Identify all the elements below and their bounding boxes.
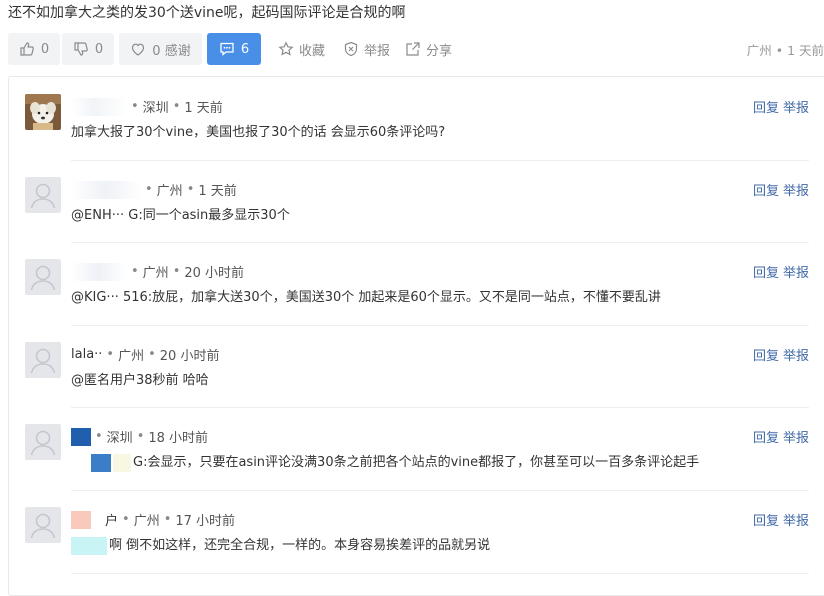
share-label: 分享 xyxy=(426,43,453,59)
comment-author[interactable]: lala·· xyxy=(71,347,102,362)
comment-ops: 回复 举报 xyxy=(749,510,809,529)
action-bar: 0 0 0 感谢 6 收藏 举报 分享 广州 • 1 天前 xyxy=(8,33,824,65)
heart-icon xyxy=(132,43,145,56)
comment-item: • 深圳 • 1 天前 加拿大报了30个vine，美国也报了30个的话 会显示6… xyxy=(25,94,809,161)
comment-body: 啊 倒不如这样，还完全合规，一样的。本身容易挨差评的品就另说 xyxy=(109,538,491,553)
comments-count: 6 xyxy=(240,41,250,57)
report-link[interactable]: 举报 xyxy=(783,101,809,116)
reply-link[interactable]: 回复 xyxy=(753,266,779,281)
comment-time: 1 天前 xyxy=(198,184,237,199)
like-count: 0 xyxy=(40,41,50,57)
reply-link[interactable]: 回复 xyxy=(753,101,779,116)
comment-location: 广州 xyxy=(156,184,183,199)
default-user-icon xyxy=(30,430,56,456)
comment-ops: 回复 举报 xyxy=(749,427,809,446)
comment-time: 18 小时前 xyxy=(148,431,209,446)
reply-link[interactable]: 回复 xyxy=(753,431,779,446)
comment-text: @ENH··· G:同一个asin最多显示30个 xyxy=(71,208,290,223)
comment-item: lala·· • 广州 • 20 小时前 @匿名用户38秒前 哈哈 回复 举报 xyxy=(25,342,809,408)
default-user-icon xyxy=(30,513,56,539)
comment-meta: • 广州 • 20 小时前 xyxy=(71,262,244,281)
comment-location: 深圳 xyxy=(142,101,169,116)
comment-time: 17 小时前 xyxy=(175,514,236,529)
like-button[interactable]: 0 xyxy=(8,33,60,65)
comments-panel: • 深圳 • 1 天前 加拿大报了30个vine，美国也报了30个的话 会显示6… xyxy=(8,76,824,596)
report-label: 举报 xyxy=(364,43,391,59)
comment-meta: • 深圳 • 18 小时前 xyxy=(71,427,208,446)
report-link[interactable]: 举报 xyxy=(783,431,809,446)
thanks-label: 0 感谢 xyxy=(152,43,191,59)
comment-meta: • 深圳 • 1 天前 xyxy=(71,97,223,116)
comment-meta: lala·· • 广州 • 20 小时前 xyxy=(71,347,220,364)
comment-ops: 回复 举报 xyxy=(749,180,809,199)
thumbs-down-icon xyxy=(74,42,88,56)
dislike-count: 0 xyxy=(94,41,104,57)
comment-text: G:会显示，只要在asin评论没满30条之前把各个站点的vine都报了，你甚至可… xyxy=(91,451,699,472)
shield-icon xyxy=(344,41,358,57)
report-link[interactable]: 举报 xyxy=(783,266,809,281)
comment-location: 广州 xyxy=(133,514,160,529)
comment-meta: • 广州 • 1 天前 xyxy=(71,180,237,199)
comment-item: • 广州 • 1 天前 @ENH··· G:同一个asin最多显示30个 回复举… xyxy=(25,177,809,243)
reply-link[interactable]: 回复 xyxy=(753,184,779,199)
star-icon xyxy=(278,41,294,56)
favorite-label: 收藏 xyxy=(299,43,326,59)
comment-text: 啊 倒不如这样，还完全合规，一样的。本身容易挨差评的品就另说 xyxy=(71,534,490,555)
comment-author[interactable]: 户 xyxy=(105,510,118,529)
comment-ops: 回复 举报 xyxy=(749,345,809,364)
avatar[interactable] xyxy=(25,342,61,378)
report-link[interactable]: 举报 xyxy=(783,349,809,364)
avatar[interactable] xyxy=(25,259,61,295)
comment-time: 1 天前 xyxy=(184,101,223,116)
share-icon xyxy=(406,42,420,56)
comment-location: 广州 xyxy=(118,349,145,364)
comment-ops: 回复 举报 xyxy=(749,97,809,116)
comment-item: • 深圳 • 18 小时前 G:会显示，只要在asin评论没满30条之前把各个站… xyxy=(25,424,809,491)
avatar[interactable] xyxy=(25,507,61,543)
avatar[interactable] xyxy=(25,424,61,460)
comment-location: 广州 xyxy=(142,266,169,281)
report-link[interactable]: 举报 xyxy=(783,184,809,199)
comment-time: 20 小时前 xyxy=(184,266,245,281)
reply-link[interactable]: 回复 xyxy=(753,514,779,529)
report-button[interactable]: 举报 xyxy=(343,33,390,65)
avatar[interactable] xyxy=(25,177,61,213)
default-user-icon xyxy=(30,183,56,209)
comment-meta: 户 • 广州 • 17 小时前 xyxy=(71,510,235,529)
favorite-button[interactable]: 收藏 xyxy=(278,33,325,65)
reply-link[interactable]: 回复 xyxy=(753,349,779,364)
thanks-button[interactable]: 0 感谢 xyxy=(119,33,202,65)
comments-button[interactable]: 6 xyxy=(207,33,261,65)
post-text: 还不如加拿大之类的发30个送vine呢，起码国际评论是合规的啊 xyxy=(8,5,406,21)
thumbs-up-icon xyxy=(20,42,34,56)
comment-location: 深圳 xyxy=(106,431,133,446)
dislike-button[interactable]: 0 xyxy=(62,33,114,65)
comment-body: G:会显示，只要在asin评论没满30条之前把各个站点的vine都报了，你甚至可… xyxy=(133,455,700,470)
comment-text: @匿名用户38秒前 哈哈 xyxy=(71,373,209,388)
comment-icon xyxy=(220,42,234,56)
report-link[interactable]: 举报 xyxy=(783,514,809,529)
comment-text: @KIG··· 516:放屁，加拿大送30个，美国送30个 加起来是60个显示。… xyxy=(71,290,661,305)
default-user-icon xyxy=(30,265,56,291)
comment-text: 加拿大报了30个vine，美国也报了30个的话 会显示60条评论吗? xyxy=(71,125,446,140)
dog-photo-icon xyxy=(25,94,61,130)
share-button[interactable]: 分享 xyxy=(405,33,452,65)
post-location-time: 广州 • 1 天前 xyxy=(746,42,824,58)
comment-item: • 广州 • 20 小时前 @KIG··· 516:放屁，加拿大送30个，美国送… xyxy=(25,259,809,326)
photo-avatar[interactable] xyxy=(25,94,61,130)
comment-ops: 回复 举报 xyxy=(749,262,809,281)
comment-item: 户 • 广州 • 17 小时前 啊 倒不如这样，还完全合规，一样的。本身容易挨差… xyxy=(25,507,809,574)
default-user-icon xyxy=(30,348,56,374)
comment-time: 20 小时前 xyxy=(159,349,220,364)
